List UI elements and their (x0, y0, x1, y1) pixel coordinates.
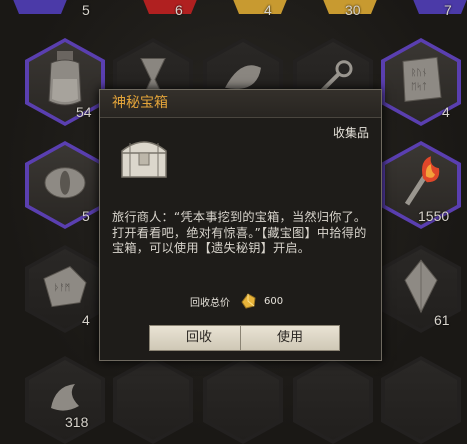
item-description: 旅行商人：“凭本事挖到的宝箱，当然归你了。打开看看吧，绝对有惊喜。”【藏宝图】中… (112, 210, 367, 255)
potion-bottle-icon (48, 51, 82, 106)
price-value: 600 (264, 295, 284, 307)
recycle-button[interactable]: 回收 (149, 325, 249, 351)
rune-tablet-icon: ᚱᚢᚾ ᛖᛋᛏ (402, 56, 442, 102)
top-slot-1-border (10, 0, 70, 14)
item-count: 5 (82, 2, 90, 18)
treasure-chest-icon (121, 141, 167, 178)
gold-coin-icon (241, 293, 256, 309)
use-button[interactable]: 使用 (240, 325, 340, 351)
item-count: 30 (345, 2, 361, 18)
top-slot-3-border (230, 0, 290, 14)
item-count: 318 (65, 414, 89, 430)
top-slot-5-border (410, 0, 467, 14)
price-label: 回收总价 (190, 297, 230, 309)
item-count: 4 (442, 104, 450, 120)
dialog-title: 神秘宝箱 (100, 90, 381, 118)
item-category: 收集品 (332, 126, 369, 140)
recycle-price-row: 回收总价 600 (190, 292, 283, 310)
item-detail-dialog: 神秘宝箱 收集品 旅行商人：“凭本事挖到的宝箱，当然归你了。打开看看吧，绝对有惊… (99, 89, 382, 361)
item-count: 61 (434, 312, 450, 328)
rune-stone-icon: ᚦᚨᛗ (43, 265, 87, 308)
item-count: 4 (264, 2, 272, 18)
item-count: 6 (175, 2, 183, 18)
dragon-eye-icon (44, 167, 86, 199)
top-slot-2-border (140, 0, 200, 14)
claw-icon (51, 384, 79, 411)
svg-text:ᚦᚨᛗ: ᚦᚨᛗ (54, 283, 70, 294)
torch-icon (404, 156, 440, 206)
svg-text:ᚱᚢᚾ: ᚱᚢᚾ (411, 67, 427, 78)
svg-text:ᛖᛋᛏ: ᛖᛋᛏ (411, 81, 427, 92)
item-count: 54 (76, 104, 92, 120)
item-count: 1550 (418, 208, 450, 224)
item-count: 7 (444, 2, 452, 18)
item-count: 4 (82, 312, 90, 328)
crystal-icon (404, 259, 438, 314)
item-count: 5 (82, 208, 90, 224)
